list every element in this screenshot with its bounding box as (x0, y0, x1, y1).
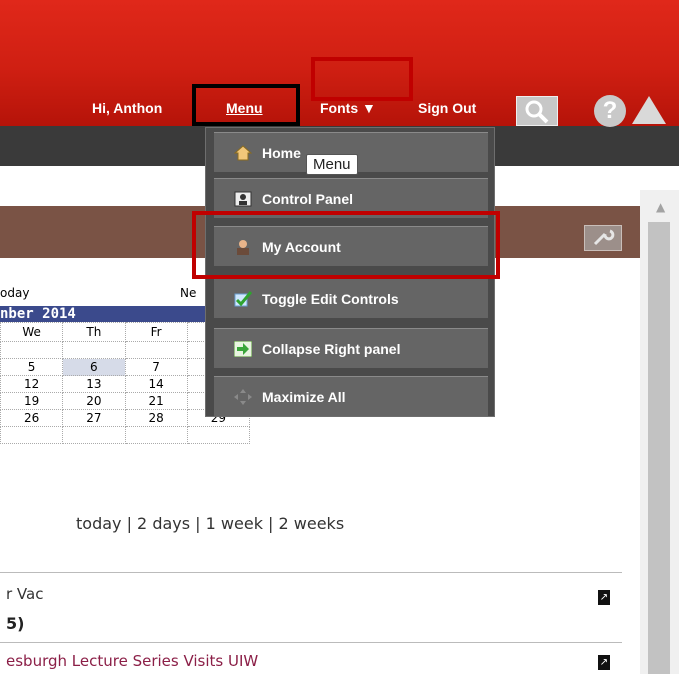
document-icon[interactable]: ↗ (598, 655, 610, 670)
scroll-top-icon[interactable] (632, 96, 666, 124)
calendar-day[interactable] (0, 341, 64, 359)
panel-settings-button[interactable] (584, 225, 622, 251)
calendar-day[interactable] (124, 426, 188, 444)
calendar-day[interactable]: 19 (0, 392, 64, 410)
fonts-dropdown-link[interactable]: Fonts ▼ (320, 100, 376, 116)
calendar-day[interactable]: 14 (124, 375, 188, 393)
menu-tooltip: Menu (306, 154, 358, 175)
calendar-day-today[interactable]: 6 (62, 358, 126, 376)
wrench-icon (593, 229, 615, 246)
scroll-up-arrow-icon[interactable]: ▲ (656, 200, 665, 214)
menu-item-label: Collapse Right panel (262, 341, 401, 357)
arrow-right-icon (234, 341, 252, 357)
feed-item-heading: 5) (6, 614, 25, 633)
calendar-day[interactable]: 5 (0, 358, 64, 376)
user-greeting: Hi, Anthon (92, 100, 163, 116)
divider (0, 642, 622, 643)
calendar-day[interactable] (124, 341, 188, 359)
calendar-day[interactable]: 12 (0, 375, 64, 393)
calendar-day[interactable] (62, 341, 126, 359)
calendar-day[interactable]: 26 (0, 409, 64, 427)
feed-item-link[interactable]: r Vac (6, 585, 43, 603)
calendar-day[interactable]: 27 (62, 409, 126, 427)
calendar-day-header: Th (62, 322, 126, 342)
scrollbar-thumb[interactable] (648, 222, 670, 674)
calendar-day[interactable] (186, 426, 251, 444)
feed-item-link[interactable]: esburgh Lecture Series Visits UIW (6, 652, 258, 670)
menu-item-maximize-all[interactable]: Maximize All (214, 376, 488, 416)
control-panel-icon (234, 191, 252, 207)
calendar-day-header: We (0, 322, 64, 342)
calendar-day[interactable] (62, 426, 126, 444)
menu-item-collapse-right-panel[interactable]: Collapse Right panel (214, 328, 488, 368)
move-arrows-icon (234, 389, 252, 405)
highlight-my-account-box (192, 211, 500, 279)
menu-item-label: Toggle Edit Controls (262, 291, 399, 307)
document-icon[interactable]: ↗ (598, 590, 610, 605)
check-icon (234, 291, 252, 307)
sign-out-link[interactable]: Sign Out (418, 100, 476, 116)
calendar-day[interactable]: 21 (124, 392, 188, 410)
highlight-menu-box (192, 84, 300, 126)
highlight-top-box (311, 57, 413, 101)
menu-item-label: Home (262, 145, 301, 161)
help-button[interactable]: ? (594, 95, 626, 127)
calendar-day[interactable]: 28 (124, 409, 188, 427)
calendar-day[interactable]: 13 (62, 375, 126, 393)
divider (0, 572, 622, 573)
calendar-month-title: nber 2014 (0, 306, 210, 322)
calendar-day[interactable]: 7 (124, 358, 188, 376)
search-button[interactable] (516, 96, 558, 126)
home-icon (234, 145, 252, 161)
search-icon (525, 100, 549, 124)
calendar-today-link[interactable]: oday (0, 286, 29, 300)
menu-item-toggle-edit-controls[interactable]: Toggle Edit Controls (214, 278, 488, 318)
calendar-range-links[interactable]: today | 2 days | 1 week | 2 weeks (76, 514, 344, 533)
calendar-next-link[interactable]: Ne (180, 286, 196, 300)
calendar-day-header: Fr (124, 322, 188, 342)
menu-item-label: Maximize All (262, 389, 346, 405)
calendar-day[interactable]: 20 (62, 392, 126, 410)
calendar-day[interactable] (0, 426, 64, 444)
